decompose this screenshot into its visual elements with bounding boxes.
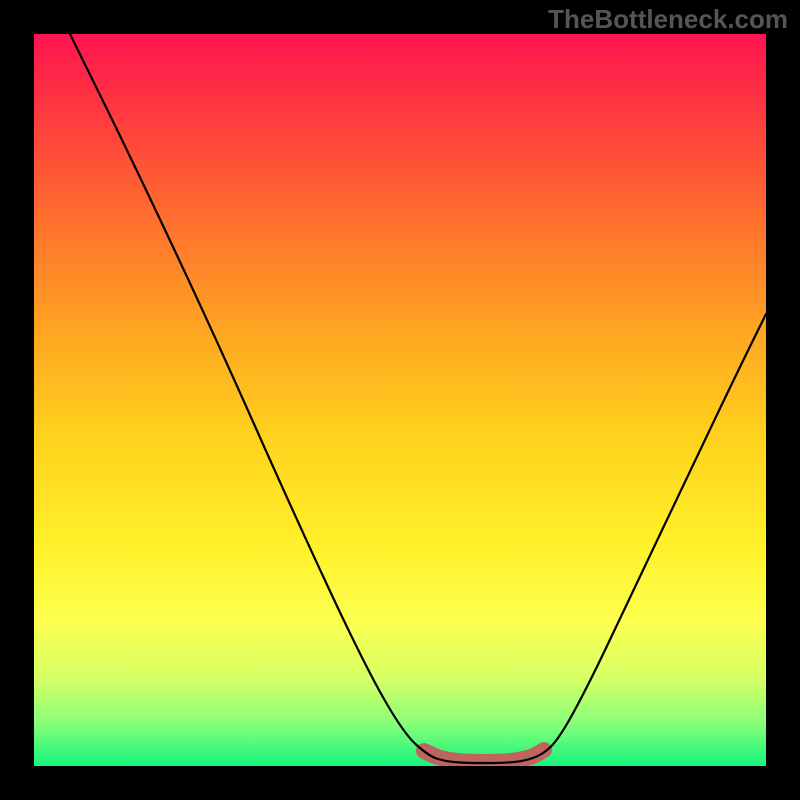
plot-area xyxy=(34,34,766,766)
chart-container: TheBottleneck.com xyxy=(0,0,800,800)
chart-svg xyxy=(34,34,766,766)
chart-curve xyxy=(70,34,766,763)
watermark-text: TheBottleneck.com xyxy=(548,4,788,35)
